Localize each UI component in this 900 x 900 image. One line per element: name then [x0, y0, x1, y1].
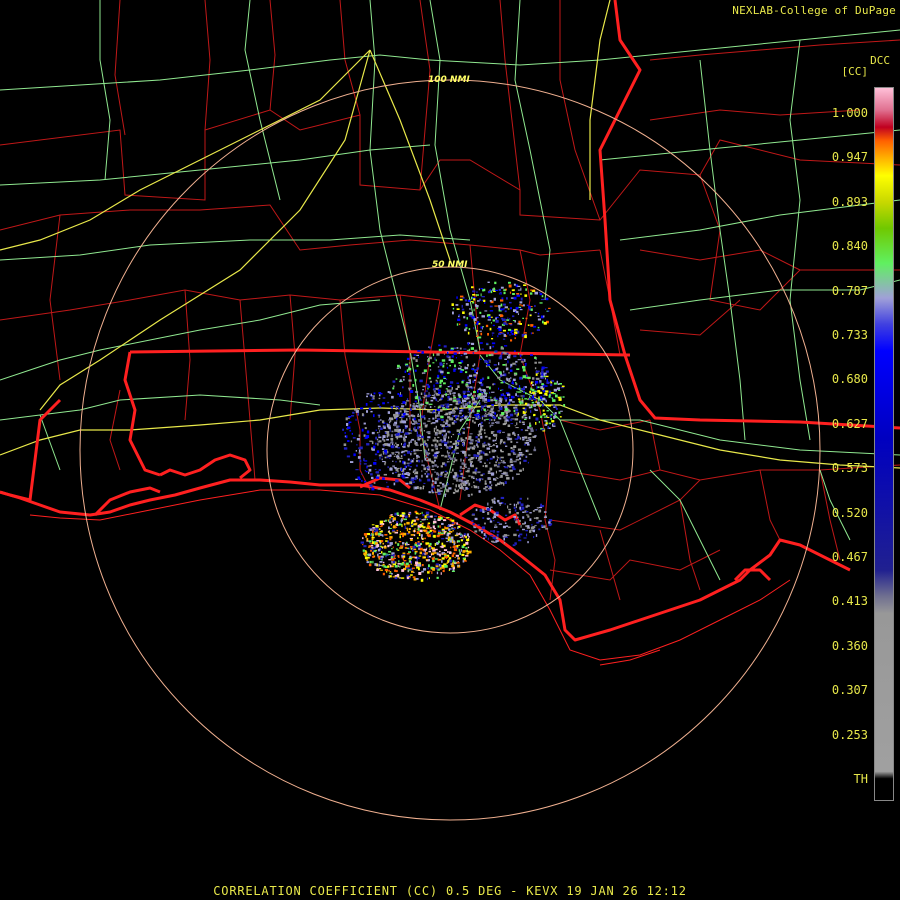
- radar-map: 50 NMI 100 NMI: [0, 0, 900, 900]
- scale-tick-label: 0.520: [831, 505, 868, 520]
- units-label: [CC]: [841, 65, 869, 78]
- scale-tick-label: TH: [853, 772, 868, 786]
- scale-tick-label: 0.467: [831, 550, 868, 564]
- range-ring-label-100: 100 NMI: [428, 75, 470, 85]
- range-ring-label-50: 50 NMI: [432, 260, 468, 270]
- scale-tick-label: 0.627: [831, 416, 868, 431]
- scale-tick-label: 1.000: [831, 106, 868, 120]
- product-code: DCC: [870, 54, 890, 67]
- scale-tick-label: 0.413: [831, 594, 868, 609]
- scale-tick-label: 0.360: [831, 638, 868, 653]
- scale-tick-label: 0.307: [831, 683, 868, 698]
- scale-tick-label: 0.947: [831, 150, 868, 165]
- scale-tick-label: 0.840: [831, 239, 868, 254]
- scale-tick-label: 0.253: [831, 727, 868, 742]
- color-scale-bar: [874, 87, 894, 801]
- scale-tick-label: 0.680: [831, 372, 868, 387]
- scale-tick-label: 0.573: [831, 461, 868, 476]
- product-caption: CORRELATION COEFFICIENT (CC) 0.5 DEG - K…: [213, 884, 687, 898]
- scale-tick-label: 0.787: [831, 283, 868, 298]
- credit-text: NEXLAB-College of DuPage: [732, 4, 896, 17]
- scale-tick-label: 0.733: [831, 328, 868, 342]
- scale-tick-label: 0.893: [831, 194, 868, 209]
